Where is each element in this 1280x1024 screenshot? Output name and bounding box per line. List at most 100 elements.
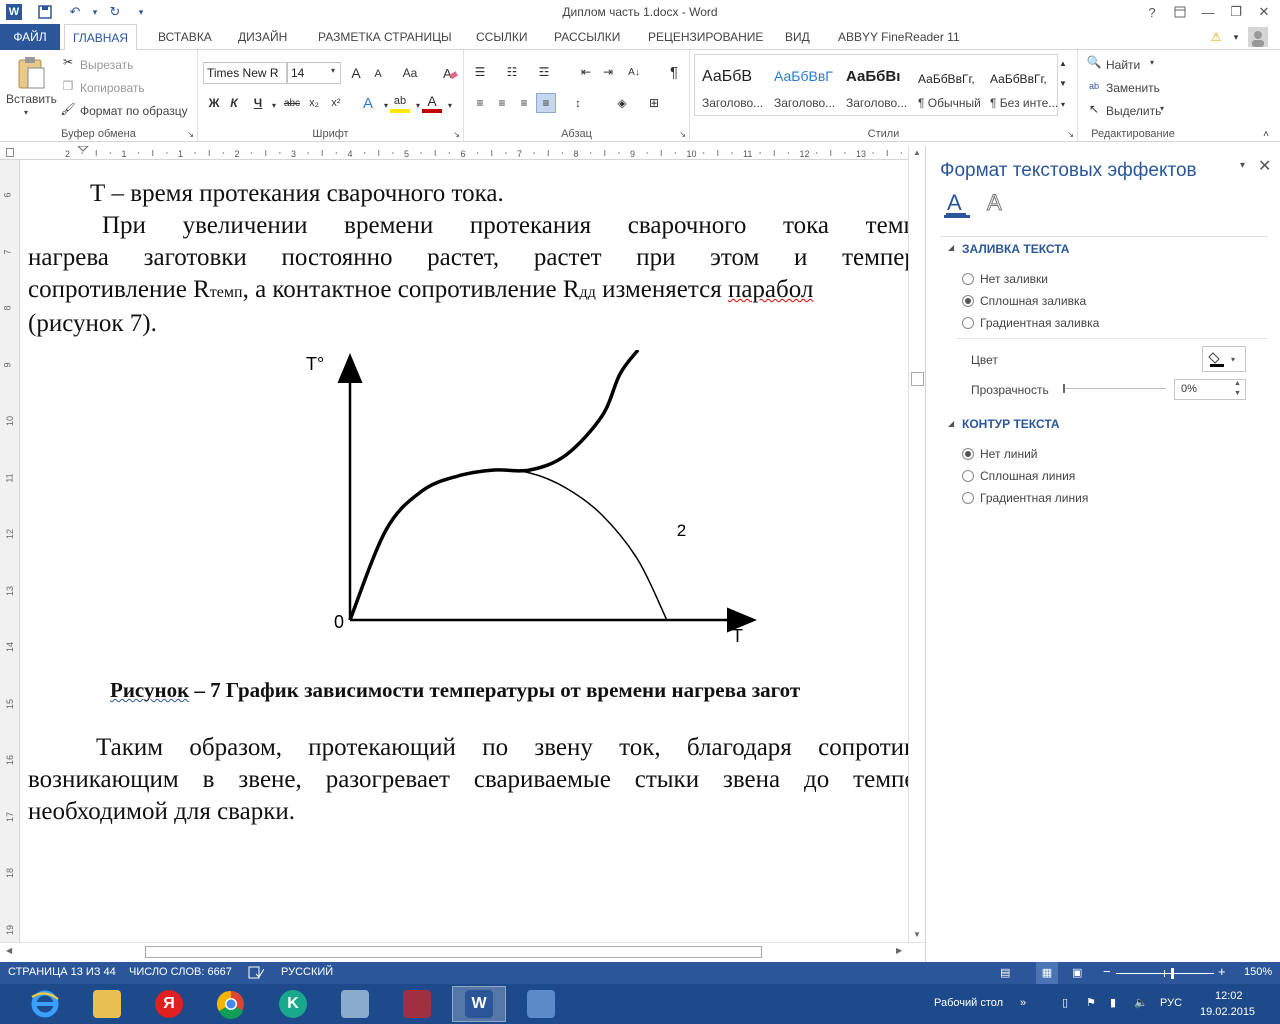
style-no-spacing[interactable]: АаБбВвГг, ¶ Без инте... bbox=[986, 58, 1058, 110]
outline-collapse-icon[interactable]: ◢ bbox=[948, 419, 954, 428]
tab-selector-icon[interactable] bbox=[6, 148, 14, 157]
copy-button[interactable]: Копировать bbox=[80, 81, 145, 95]
figure-chart[interactable]: 12T°T0 bbox=[302, 350, 802, 690]
proofing-icon[interactable] bbox=[248, 966, 265, 983]
paste-button[interactable]: Вставить bbox=[6, 92, 57, 106]
taskbar-explorer-icon[interactable] bbox=[80, 986, 134, 1022]
pane-close-icon[interactable]: ✕ bbox=[1258, 156, 1271, 176]
horizontal-scroll-thumb[interactable] bbox=[145, 946, 762, 958]
taskbar-chrome-icon[interactable] bbox=[204, 986, 258, 1022]
outline-section-header[interactable]: КОНТУР ТЕКСТА bbox=[962, 417, 1060, 431]
fill-section-header[interactable]: ЗАЛИВКА ТЕКСТА bbox=[962, 242, 1069, 256]
align-center-icon[interactable]: ≡ bbox=[492, 93, 512, 113]
account-dropdown-icon[interactable]: ▾ bbox=[1226, 27, 1246, 47]
style-normal[interactable]: АаБбВвГг, ¶ Обычный bbox=[914, 58, 986, 110]
radio-solid-line[interactable] bbox=[962, 470, 974, 482]
radio-gradient-line[interactable] bbox=[962, 492, 974, 504]
tab-references[interactable]: ССЫЛКИ bbox=[468, 24, 535, 50]
align-left-icon[interactable]: ≡ bbox=[470, 93, 490, 113]
tab-insert[interactable]: ВСТАВКА bbox=[150, 24, 220, 50]
borders-icon[interactable]: ⊞ bbox=[644, 93, 664, 113]
tab-file[interactable]: ФАЙЛ bbox=[0, 24, 60, 50]
document-page[interactable]: Т – время протекания сварочного тока. Пр… bbox=[22, 160, 908, 942]
gradient-fill-option[interactable]: Градиентная заливка bbox=[962, 316, 1099, 330]
style-heading1[interactable]: АаБбВ Заголово... bbox=[698, 58, 770, 110]
style-heading3[interactable]: АаБбВı Заголово... bbox=[842, 58, 914, 110]
horizontal-ruler[interactable]: 21123456789101112131415 bbox=[22, 145, 1016, 160]
bold-button[interactable]: Ж bbox=[204, 93, 224, 113]
styles-scroll-down-icon[interactable]: ▼ bbox=[1056, 74, 1070, 92]
increase-indent-icon[interactable]: ⇥ bbox=[598, 62, 618, 82]
zoom-level[interactable]: 150% bbox=[1244, 966, 1272, 978]
tray-flag-icon[interactable]: ⚑ bbox=[1086, 996, 1096, 1009]
italic-button[interactable]: К bbox=[224, 93, 244, 113]
print-layout-icon[interactable]: ▦ bbox=[1036, 962, 1058, 984]
scroll-left-icon[interactable]: ◀ bbox=[6, 946, 12, 955]
font-color-button[interactable]: A bbox=[422, 93, 442, 113]
zoom-in-icon[interactable]: + bbox=[1218, 964, 1226, 979]
restore-button[interactable]: ❐ bbox=[1224, 2, 1248, 22]
text-effects-button[interactable]: A bbox=[358, 93, 378, 113]
tab-view[interactable]: ВИД bbox=[777, 24, 818, 50]
tray-chevron-icon[interactable]: » bbox=[1020, 997, 1026, 1009]
strikethrough-button[interactable]: abc bbox=[282, 93, 302, 113]
select-icon[interactable]: ↖ bbox=[1086, 101, 1102, 117]
font-size-dropdown-icon[interactable]: ▾ bbox=[331, 66, 335, 75]
taskbar-yandex-icon[interactable]: Я bbox=[142, 986, 196, 1022]
shading-icon[interactable]: ◈ bbox=[612, 93, 632, 113]
clear-formatting-icon[interactable]: A bbox=[440, 63, 460, 83]
cut-button[interactable]: Вырезать bbox=[80, 58, 133, 72]
line-spacing-icon[interactable]: ↕ bbox=[568, 93, 588, 113]
scroll-down-icon[interactable]: ▼ bbox=[913, 930, 921, 939]
zoom-out-icon[interactable]: − bbox=[1103, 964, 1111, 979]
replace-icon[interactable]: ab bbox=[1086, 78, 1102, 94]
radio-no-line[interactable] bbox=[962, 448, 974, 460]
taskbar-word-icon[interactable]: W bbox=[452, 986, 506, 1022]
format-painter-button[interactable]: Формат по образцу bbox=[80, 104, 188, 118]
transparency-slider-thumb[interactable] bbox=[1063, 384, 1065, 393]
radio-no-fill[interactable] bbox=[962, 273, 974, 285]
transparency-slider[interactable] bbox=[1063, 384, 1166, 393]
highlight-button[interactable]: ab bbox=[390, 93, 410, 113]
radio-solid-fill[interactable] bbox=[962, 295, 974, 307]
word-count[interactable]: ЧИСЛО СЛОВ: 6667 bbox=[129, 966, 232, 978]
select-button[interactable]: Выделить bbox=[1106, 104, 1161, 118]
text-effects-tab[interactable]: A bbox=[984, 190, 1010, 218]
paragraph-launcher-icon[interactable]: ↘ bbox=[679, 130, 686, 139]
underline-dropdown-icon[interactable]: ▾ bbox=[264, 95, 284, 115]
web-layout-icon[interactable]: ▣ bbox=[1072, 966, 1082, 979]
grow-font-button[interactable]: A bbox=[346, 63, 366, 83]
tray-time[interactable]: 12:02 bbox=[1215, 990, 1243, 1002]
collapse-ribbon-icon[interactable]: ˄ bbox=[1256, 124, 1276, 144]
minimize-button[interactable]: — bbox=[1196, 2, 1220, 22]
solid-fill-option[interactable]: Сплошная заливка bbox=[962, 294, 1086, 308]
font-name-combo[interactable]: Times New R bbox=[203, 62, 287, 84]
pane-options-icon[interactable]: ▾ bbox=[1240, 160, 1245, 171]
warning-icon[interactable]: ⚠ bbox=[1206, 27, 1226, 47]
ribbon-display-icon[interactable] bbox=[1168, 2, 1192, 22]
clipboard-launcher-icon[interactable]: ↘ bbox=[187, 130, 194, 139]
find-button[interactable]: Найти bbox=[1106, 58, 1140, 72]
find-dropdown-icon[interactable]: ▾ bbox=[1150, 58, 1154, 67]
find-icon[interactable]: 🔍 bbox=[1086, 54, 1102, 70]
styles-more-icon[interactable]: ▾ bbox=[1056, 94, 1070, 114]
format-painter-icon[interactable]: 🖌 bbox=[60, 101, 76, 117]
tab-layout[interactable]: РАЗМЕТКА СТРАНИЦЫ bbox=[310, 24, 460, 50]
bullets-icon[interactable]: ☰ bbox=[470, 62, 490, 82]
paste-icon[interactable] bbox=[14, 56, 48, 90]
gradient-line-option[interactable]: Градиентная линия bbox=[962, 491, 1088, 505]
scroll-right-icon[interactable]: ▶ bbox=[896, 946, 902, 955]
font-launcher-icon[interactable]: ↘ bbox=[453, 130, 460, 139]
multilevel-list-icon[interactable]: ☲ bbox=[534, 62, 554, 82]
zoom-slider-thumb[interactable] bbox=[1171, 968, 1174, 979]
read-mode-icon[interactable]: ▤ bbox=[1000, 966, 1010, 979]
tab-abbyy[interactable]: ABBYY FineReader 11 bbox=[830, 24, 968, 50]
no-line-option[interactable]: Нет линий bbox=[962, 447, 1038, 461]
tab-design[interactable]: ДИЗАЙН bbox=[230, 24, 295, 50]
taskbar-monitor-icon[interactable] bbox=[328, 986, 382, 1022]
superscript-button[interactable]: x² bbox=[326, 93, 346, 113]
shrink-font-button[interactable]: A bbox=[368, 64, 388, 84]
horizontal-scrollbar[interactable]: ◀ ▶ bbox=[0, 942, 925, 959]
fill-collapse-icon[interactable]: ◢ bbox=[948, 243, 954, 252]
numbering-icon[interactable]: ☷ bbox=[502, 62, 522, 82]
